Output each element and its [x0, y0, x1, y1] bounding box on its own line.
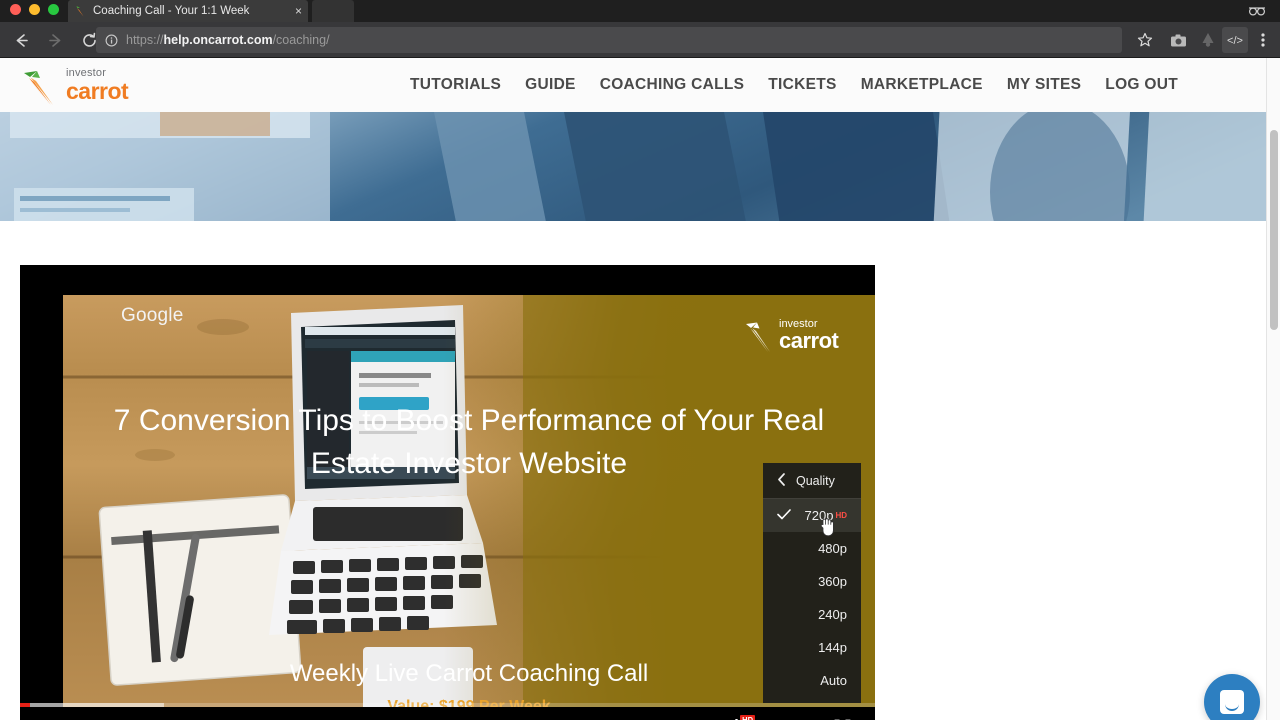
- code-icon[interactable]: </>: [1222, 27, 1248, 53]
- slide-gold-overlay: [443, 295, 875, 720]
- page-scrollbar[interactable]: [1266, 58, 1280, 720]
- scrollbar-thumb[interactable]: [1270, 130, 1278, 330]
- player-controls-bar: 0:07 / 1:44:35 CC: [20, 707, 875, 720]
- youtube-logo-button[interactable]: YouTube: [759, 707, 820, 720]
- browser-chrome: Coaching Call - Your 1:1 Week × https://…: [0, 0, 1280, 58]
- star-icon[interactable]: [1132, 27, 1158, 53]
- quality-menu-title: Quality: [796, 473, 835, 488]
- site-info-icon[interactable]: [105, 34, 118, 47]
- quality-option-720p[interactable]: 720p HD: [763, 499, 861, 537]
- chevron-left-icon[interactable]: [777, 472, 786, 489]
- hero-banner: Just click the player below to launch th…: [0, 112, 1266, 221]
- extension-icon[interactable]: [1195, 27, 1221, 53]
- url-scheme: https://: [126, 33, 164, 47]
- back-arrow-icon[interactable]: [4, 22, 38, 58]
- slide-logo-wordmark: investor carrot: [779, 319, 839, 353]
- tab-strip: Coaching Call - Your 1:1 Week ×: [0, 0, 1280, 22]
- quality-settings-menu[interactable]: Quality 720p HD 480p 360p 240p 144p Auto: [763, 463, 861, 703]
- hd-badge: HD: [740, 715, 755, 720]
- nav-item-tickets[interactable]: TICKETS: [768, 76, 836, 94]
- url-path: /coaching/: [272, 33, 330, 47]
- site-logo[interactable]: investor carrot: [20, 66, 132, 105]
- tab-close-icon[interactable]: ×: [295, 5, 302, 17]
- nav-item-my-sites[interactable]: MY SITES: [1007, 76, 1081, 94]
- slide-subtitle: Weekly Live Carrot Coaching Call: [289, 660, 649, 687]
- fullscreen-button[interactable]: [821, 707, 863, 720]
- carrot-favicon-icon: [74, 5, 87, 18]
- quality-option-label: 360p: [818, 574, 847, 589]
- quality-option-240p[interactable]: 240p: [763, 598, 861, 631]
- video-stage[interactable]: Google investor carrot 7 Conversion Tips…: [20, 265, 875, 720]
- kebab-menu-icon[interactable]: [1250, 27, 1276, 53]
- nav-item-guide[interactable]: GUIDE: [525, 76, 576, 94]
- quality-hd-badge: HD: [835, 511, 847, 520]
- player-controls-right: CC: [671, 707, 875, 720]
- logo-wordmark: investor carrot: [66, 68, 129, 104]
- quality-option-label: 240p: [818, 607, 847, 622]
- nav-item-marketplace[interactable]: MARKETPLACE: [861, 76, 983, 94]
- address-bar[interactable]: https://help.oncarrot.com/coaching/: [96, 27, 1122, 53]
- tab-title: Coaching Call - Your 1:1 Week: [93, 5, 250, 17]
- svg-text:</>: </>: [1227, 35, 1243, 47]
- camera-icon[interactable]: [1165, 27, 1191, 53]
- play-button[interactable]: [20, 707, 62, 720]
- closed-captions-button[interactable]: CC: [671, 707, 713, 720]
- page-viewport: investor carrot TUTORIALS GUIDE COACHING…: [0, 58, 1280, 720]
- check-icon: [777, 507, 791, 523]
- nav-item-log-out[interactable]: LOG OUT: [1105, 76, 1178, 94]
- glasses-icon: [1248, 3, 1266, 16]
- quality-option-480p[interactable]: 480p: [763, 532, 861, 565]
- google-watermark: Google: [121, 305, 184, 326]
- video-player[interactable]: Google investor carrot 7 Conversion Tips…: [20, 265, 875, 720]
- quality-option-360p[interactable]: 360p: [763, 565, 861, 598]
- nav-item-coaching-calls[interactable]: COACHING CALLS: [600, 76, 745, 94]
- video-frame: Google investor carrot 7 Conversion Tips…: [63, 295, 875, 720]
- slide-title: 7 Conversion Tips to Boost Performance o…: [113, 404, 825, 480]
- slide-logo-line-carrot: carrot: [779, 328, 839, 353]
- window-controls: [10, 4, 59, 15]
- site-header: investor carrot TUTORIALS GUIDE COACHING…: [0, 58, 1266, 112]
- forward-arrow-icon: [38, 22, 72, 58]
- quality-option-144p[interactable]: 144p: [763, 631, 861, 664]
- quality-option-label: 144p: [818, 640, 847, 655]
- quality-menu-header[interactable]: Quality: [763, 463, 861, 499]
- intercom-chat-button[interactable]: [1204, 674, 1260, 720]
- quality-option-label: 480p: [818, 541, 847, 556]
- browser-tab[interactable]: Coaching Call - Your 1:1 Week ×: [68, 0, 308, 22]
- main-navigation: TUTORIALS GUIDE COACHING CALLS TICKETS M…: [410, 58, 1178, 112]
- settings-gear-button[interactable]: HD: [715, 707, 757, 720]
- quality-option-label: Auto: [820, 673, 847, 688]
- url-host: help.oncarrot.com: [163, 33, 273, 47]
- url-text: https://help.oncarrot.com/coaching/: [126, 33, 330, 47]
- nav-item-tutorials[interactable]: TUTORIALS: [410, 76, 501, 94]
- quality-option-auto[interactable]: Auto: [763, 664, 861, 697]
- logo-line-carrot: carrot: [66, 78, 129, 104]
- browser-toolbar: https://help.oncarrot.com/coaching/ </>: [0, 22, 1280, 58]
- window-close-button[interactable]: [10, 4, 21, 15]
- window-minimize-button[interactable]: [29, 4, 40, 15]
- new-tab-area[interactable]: [312, 0, 354, 22]
- hero-photo: [0, 112, 1266, 221]
- volume-button[interactable]: [62, 707, 104, 720]
- window-maximize-button[interactable]: [48, 4, 59, 15]
- slide-logo: investor carrot: [743, 319, 853, 357]
